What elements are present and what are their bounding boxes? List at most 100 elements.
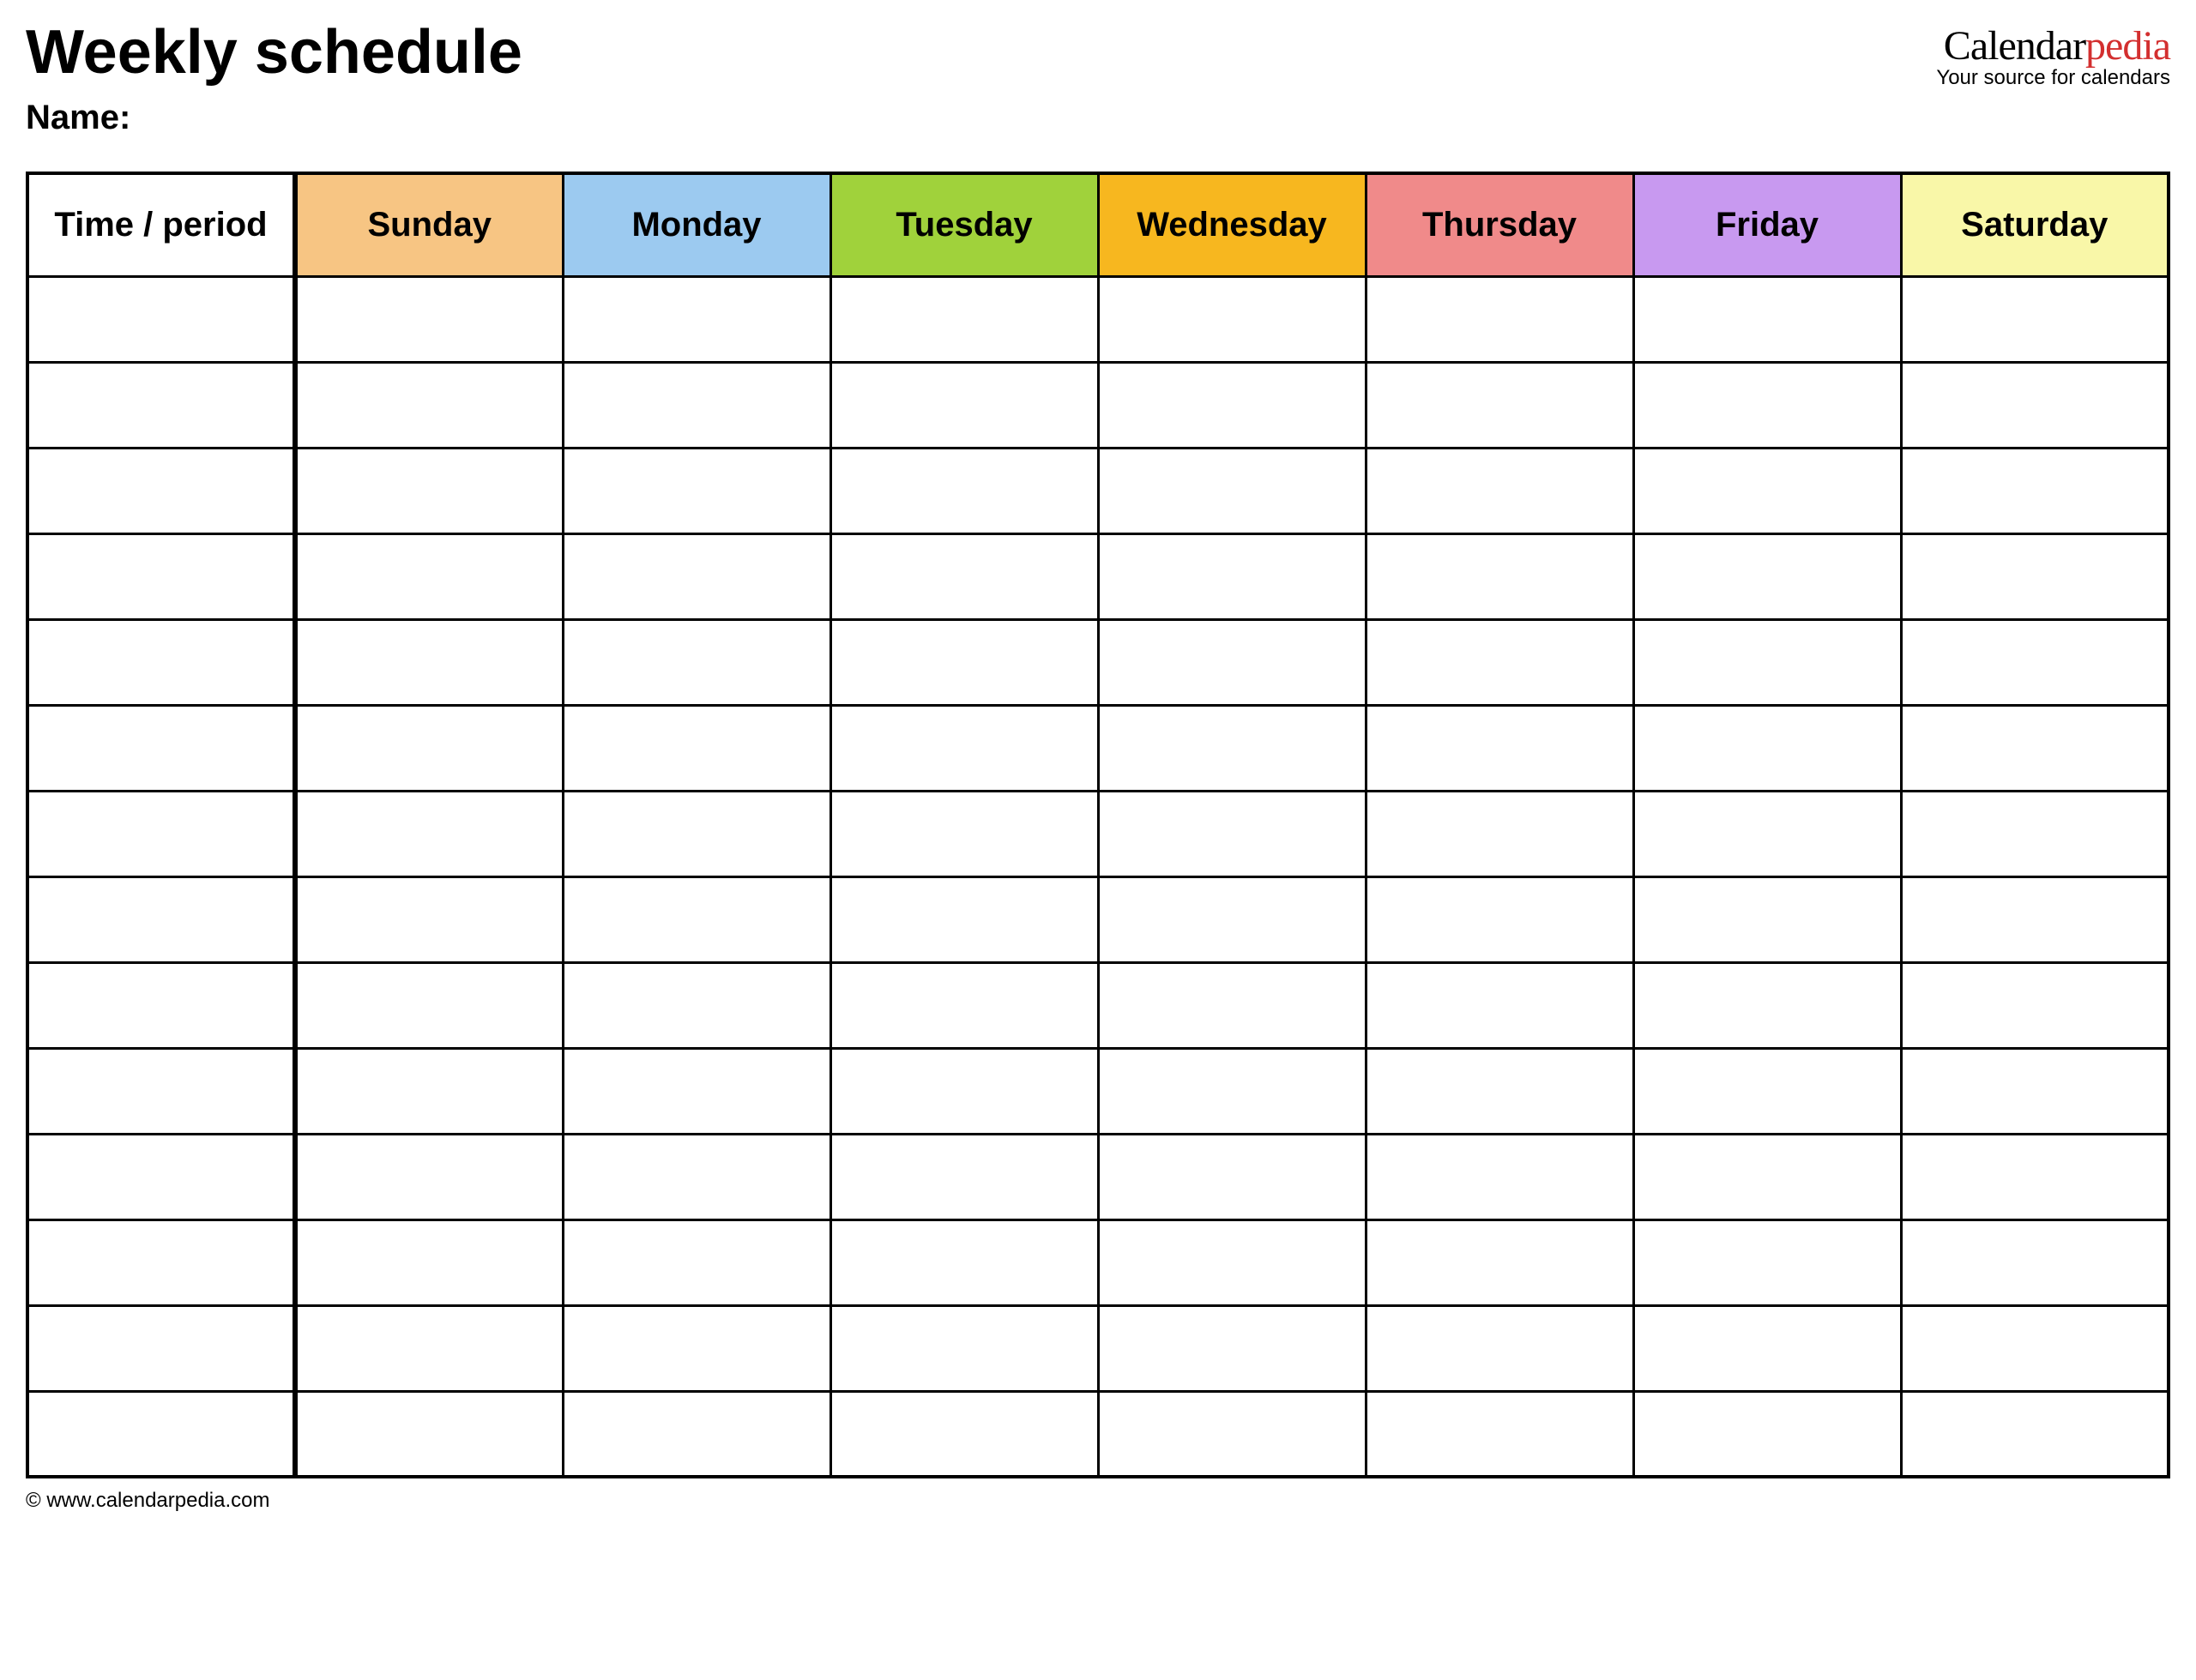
schedule-cell — [1633, 362, 1901, 448]
column-header-day: Saturday — [1901, 173, 2169, 276]
schedule-cell — [1901, 1219, 2169, 1305]
schedule-cell — [1633, 1048, 1901, 1134]
table-row — [27, 1305, 2169, 1391]
table-row — [27, 1048, 2169, 1134]
column-header-day: Monday — [563, 173, 830, 276]
schedule-cell — [295, 962, 563, 1048]
time-cell — [27, 962, 295, 1048]
table-body — [27, 276, 2169, 1477]
schedule-cell — [1633, 533, 1901, 619]
schedule-cell — [1366, 962, 1633, 1048]
schedule-cell — [830, 448, 1098, 533]
schedule-cell — [563, 362, 830, 448]
schedule-cell — [1901, 1391, 2169, 1477]
schedule-cell — [563, 619, 830, 705]
schedule-cell — [1098, 1391, 1366, 1477]
schedule-cell — [1901, 962, 2169, 1048]
schedule-cell — [295, 1305, 563, 1391]
schedule-cell — [1098, 362, 1366, 448]
schedule-cell — [1901, 619, 2169, 705]
time-cell — [27, 1391, 295, 1477]
page-title: Weekly schedule — [26, 17, 522, 87]
schedule-cell — [1366, 1219, 1633, 1305]
schedule-table: Time / periodSundayMondayTuesdayWednesda… — [26, 172, 2170, 1478]
schedule-cell — [563, 533, 830, 619]
time-cell — [27, 619, 295, 705]
schedule-cell — [295, 448, 563, 533]
schedule-cell — [1366, 362, 1633, 448]
time-cell — [27, 1219, 295, 1305]
schedule-cell — [563, 705, 830, 791]
schedule-cell — [1098, 619, 1366, 705]
table-row — [27, 962, 2169, 1048]
column-header-time: Time / period — [27, 173, 295, 276]
brand-tagline: Your source for calendars — [1936, 66, 2170, 90]
schedule-cell — [830, 876, 1098, 962]
column-header-day: Thursday — [1366, 173, 1633, 276]
time-cell — [27, 791, 295, 876]
schedule-cell — [1366, 1305, 1633, 1391]
time-cell — [27, 362, 295, 448]
time-cell — [27, 705, 295, 791]
schedule-cell — [1098, 1305, 1366, 1391]
schedule-cell — [1901, 362, 2169, 448]
schedule-cell — [563, 1305, 830, 1391]
schedule-cell — [830, 705, 1098, 791]
schedule-cell — [1098, 1219, 1366, 1305]
schedule-cell — [1366, 276, 1633, 362]
schedule-cell — [295, 1048, 563, 1134]
schedule-cell — [830, 1391, 1098, 1477]
schedule-cell — [1901, 876, 2169, 962]
table-row — [27, 791, 2169, 876]
time-cell — [27, 448, 295, 533]
schedule-cell — [1901, 448, 2169, 533]
schedule-cell — [563, 791, 830, 876]
schedule-cell — [830, 276, 1098, 362]
schedule-cell — [563, 448, 830, 533]
schedule-cell — [1901, 1048, 2169, 1134]
schedule-cell — [563, 1391, 830, 1477]
column-header-day: Wednesday — [1098, 173, 1366, 276]
schedule-cell — [1366, 876, 1633, 962]
time-cell — [27, 276, 295, 362]
table-row — [27, 1219, 2169, 1305]
table-row — [27, 1391, 2169, 1477]
schedule-cell — [830, 533, 1098, 619]
schedule-cell — [563, 1048, 830, 1134]
time-cell — [27, 533, 295, 619]
schedule-cell — [1633, 791, 1901, 876]
schedule-cell — [295, 1134, 563, 1219]
schedule-cell — [1901, 1134, 2169, 1219]
schedule-cell — [1098, 1048, 1366, 1134]
table-row — [27, 1134, 2169, 1219]
schedule-cell — [1633, 276, 1901, 362]
table-row — [27, 876, 2169, 962]
schedule-cell — [1633, 448, 1901, 533]
schedule-cell — [295, 619, 563, 705]
schedule-cell — [1098, 962, 1366, 1048]
schedule-cell — [1901, 276, 2169, 362]
column-header-day: Friday — [1633, 173, 1901, 276]
schedule-cell — [295, 276, 563, 362]
time-cell — [27, 1048, 295, 1134]
schedule-cell — [1366, 448, 1633, 533]
time-cell — [27, 1305, 295, 1391]
table-row — [27, 619, 2169, 705]
brand-text-part2: pedia — [2085, 23, 2170, 69]
schedule-cell — [1098, 533, 1366, 619]
schedule-cell — [1633, 1391, 1901, 1477]
schedule-cell — [295, 533, 563, 619]
schedule-cell — [1901, 791, 2169, 876]
schedule-cell — [830, 1219, 1098, 1305]
schedule-cell — [563, 1219, 830, 1305]
table-row — [27, 276, 2169, 362]
schedule-cell — [1366, 791, 1633, 876]
schedule-cell — [830, 1305, 1098, 1391]
brand-logo: Calendarpedia — [1936, 22, 2170, 69]
schedule-cell — [1366, 1048, 1633, 1134]
schedule-cell — [1633, 962, 1901, 1048]
brand-text-part1: Calendar — [1944, 23, 2085, 69]
schedule-cell — [1366, 1134, 1633, 1219]
column-header-day: Tuesday — [830, 173, 1098, 276]
schedule-cell — [1633, 876, 1901, 962]
